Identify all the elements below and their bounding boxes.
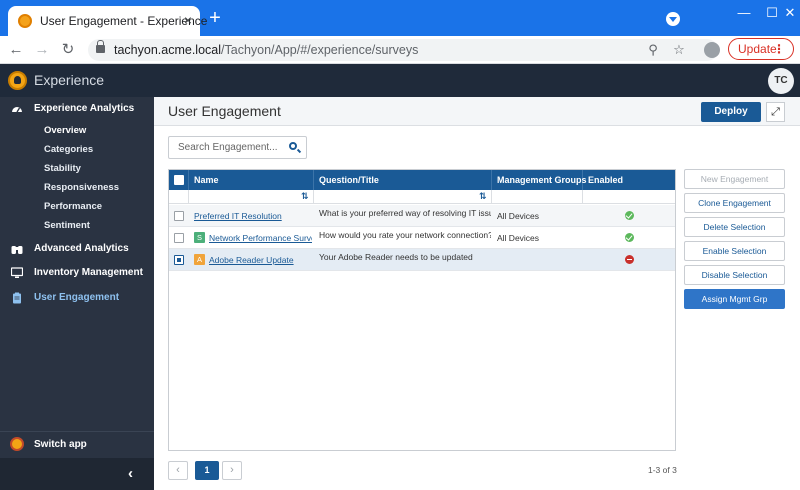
search-box [168, 136, 307, 159]
enabled-check-icon [625, 211, 634, 220]
window-close-icon[interactable]: ✕ [776, 4, 800, 22]
management-groups-cell: All Devices [497, 211, 540, 221]
app-name: Experience [34, 72, 105, 88]
question-cell: What is your preferred way of resolving … [319, 208, 491, 218]
bookmark-star-icon[interactable]: ☆ [670, 41, 688, 59]
experience-favicon-icon [18, 14, 32, 28]
column-header-enabled[interactable]: Enabled [583, 170, 675, 190]
zoom-icon[interactable]: ⚲ [644, 41, 662, 59]
sort-question-icon[interactable]: ⇅ [479, 191, 487, 202]
binoculars-icon [11, 246, 23, 254]
sidebar-item-user-engagement[interactable]: User Engagement [0, 287, 154, 309]
experience-logo-icon [8, 71, 27, 90]
current-page-button[interactable]: 1 [195, 461, 219, 480]
table-header: Name Question/Title Management Groups En… [169, 170, 675, 190]
collapse-sidebar-icon[interactable]: ‹ [128, 465, 133, 482]
engagement-table: Name Question/Title Management Groups En… [168, 169, 676, 451]
previous-page-button[interactable]: ‹ [168, 461, 188, 480]
column-header-management-groups[interactable]: Management Groups [492, 170, 587, 190]
expand-icon[interactable]: ⤢ [766, 102, 785, 122]
engagement-name-link[interactable]: Adobe Reader Update [209, 255, 294, 265]
account-icon[interactable] [704, 42, 720, 58]
sidebar-collapse-bar: ‹ [0, 458, 154, 490]
engagement-name-link[interactable]: Preferred IT Resolution [194, 211, 282, 221]
sort-name-icon[interactable]: ⇅ [301, 191, 309, 202]
question-cell: How would you rate your network connecti… [319, 230, 491, 240]
column-header-question[interactable]: Question/Title [314, 170, 492, 190]
table-row[interactable]: A Adobe Reader Update Your Adobe Reader n… [169, 249, 675, 271]
page-header: User Engagement Deploy ⤢ [154, 97, 800, 126]
delete-selection-button[interactable]: Delete Selection [684, 217, 785, 237]
sidebar-item-sentiment[interactable]: Sentiment [44, 220, 90, 231]
question-cell: Your Adobe Reader needs to be updated [319, 252, 473, 262]
tab-close-icon[interactable]: × [180, 12, 196, 28]
row-checkbox[interactable] [174, 255, 184, 265]
pager-count: 1-3 of 3 [648, 465, 677, 475]
tab-search-icon[interactable] [666, 12, 680, 26]
switch-app-button[interactable]: Switch app [0, 431, 154, 455]
select-all-checkbox[interactable] [174, 175, 184, 185]
management-groups-cell: All Devices [497, 233, 540, 243]
new-tab-button[interactable]: + [206, 8, 224, 28]
management-groups-cell [497, 249, 582, 271]
monitor-icon [11, 267, 23, 278]
page-title: User Engagement [168, 103, 281, 119]
menu-dots-icon: ⋮ [773, 42, 785, 56]
disabled-status-icon [625, 255, 634, 264]
forward-icon[interactable]: → [32, 40, 52, 60]
select-all-cell [169, 170, 189, 190]
user-avatar[interactable]: TC [768, 68, 794, 94]
browser-toolbar: ← → ↻ tachyon.acme.local/Tachyon/App/#/e… [0, 36, 800, 64]
column-header-name[interactable]: Name [189, 170, 314, 190]
sidebar-item-experience-analytics[interactable]: Experience Analytics [0, 98, 154, 120]
sidebar-item-stability[interactable]: Stability [44, 163, 81, 174]
table-filter-row: ⇅ ⇅ [169, 190, 675, 204]
reload-icon[interactable]: ↻ [58, 40, 78, 60]
sidebar: Experience Analytics Overview Categories… [0, 97, 154, 490]
clone-engagement-button[interactable]: Clone Engagement [684, 193, 785, 213]
engagement-name-link[interactable]: Network Performance Survey [209, 233, 312, 243]
new-engagement-button[interactable]: New Engagement [684, 169, 785, 189]
sidebar-item-performance[interactable]: Performance [44, 201, 102, 212]
enable-selection-button[interactable]: Enable Selection [684, 241, 785, 261]
clipboard-icon [13, 292, 21, 304]
sidebar-item-responsiveness[interactable]: Responsiveness [44, 182, 119, 193]
minimize-icon[interactable]: — [730, 4, 758, 22]
switch-app-icon [10, 437, 24, 451]
update-button[interactable]: Update ⋮ [728, 38, 794, 60]
browser-titlebar: User Engagement - Experience × + — ☐ ✕ [0, 0, 800, 36]
survey-type-badge-icon: S [194, 232, 205, 244]
disable-selection-button[interactable]: Disable Selection [684, 265, 785, 285]
enabled-check-icon [625, 233, 634, 242]
sidebar-item-categories[interactable]: Categories [44, 144, 93, 155]
back-icon[interactable]: ← [6, 40, 26, 60]
browser-tab[interactable]: User Engagement - Experience × [8, 6, 207, 36]
lock-icon [96, 40, 105, 53]
main-content: User Engagement Deploy ⤢ Name Question/T… [154, 97, 800, 490]
next-page-button[interactable]: › [222, 461, 242, 480]
table-row[interactable]: Preferred IT Resolution What is your pre… [169, 205, 675, 227]
search-icon[interactable] [289, 142, 297, 150]
address-bar[interactable]: tachyon.acme.local/Tachyon/App/#/experie… [88, 39, 718, 61]
assign-mgmt-grp-button[interactable]: Assign Mgmt Grp [684, 289, 785, 309]
sidebar-item-inventory-management[interactable]: Inventory Management [0, 262, 154, 284]
announcement-type-badge-icon: A [194, 254, 205, 266]
row-checkbox[interactable] [174, 233, 184, 243]
app-header: Experience TC [0, 64, 800, 97]
search-input[interactable] [169, 137, 284, 158]
table-row[interactable]: S Network Performance Survey How would yo… [169, 227, 675, 249]
deploy-button[interactable]: Deploy [701, 102, 761, 122]
sidebar-item-overview[interactable]: Overview [44, 125, 86, 136]
url-text: tachyon.acme.local/Tachyon/App/#/experie… [114, 43, 419, 57]
row-checkbox[interactable] [174, 211, 184, 221]
dashboard-icon [12, 107, 22, 113]
sidebar-item-advanced-analytics[interactable]: Advanced Analytics [0, 238, 154, 260]
